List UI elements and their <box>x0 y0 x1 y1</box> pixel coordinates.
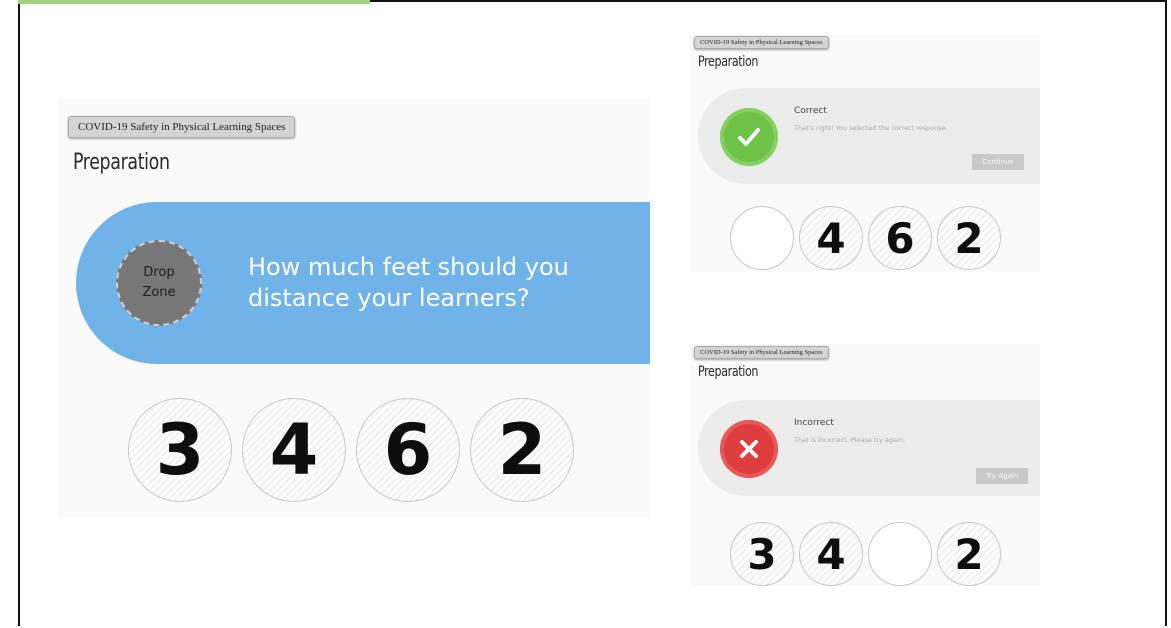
drop-zone-label-line2: Zone <box>142 285 176 300</box>
feedback-heading: Correct <box>794 106 827 116</box>
answer-option-2[interactable]: 2 <box>470 398 574 502</box>
feedback-message: That is incorrect. Please try again. <box>794 436 906 444</box>
x-mark-icon <box>720 420 778 478</box>
answer-option-4[interactable]: 4 <box>799 522 863 586</box>
checkmark-glyph <box>738 128 760 146</box>
incorrect-feedback-slide: COVID-19 Safety in Physical Learning Spa… <box>690 344 1040 586</box>
top-accent-bar <box>18 0 370 4</box>
answer-option-6[interactable]: 6 <box>356 398 460 502</box>
feedback-message: That's right! You selected the correct r… <box>794 124 948 132</box>
continue-button[interactable]: Continue <box>972 154 1024 170</box>
question-banner: Drop Zone How much feet should you dista… <box>76 202 650 364</box>
drop-zone-label-line1: Drop <box>143 265 175 280</box>
drop-zone[interactable]: Drop Zone <box>116 240 202 326</box>
answer-option-2[interactable]: 2 <box>937 522 1001 586</box>
answer-option-3[interactable]: 3 <box>730 522 794 586</box>
answer-option-3[interactable]: 3 <box>128 398 232 502</box>
question-text: How much feet should you distance your l… <box>248 253 569 312</box>
slide-title: Preparation <box>73 150 170 175</box>
answer-option-empty[interactable] <box>868 522 932 586</box>
feedback-panel: Correct That's right! You selected the c… <box>698 88 1040 184</box>
answer-option-2[interactable]: 2 <box>937 206 1001 270</box>
slide-title: Preparation <box>698 54 759 70</box>
correct-feedback-slide: COVID-19 Safety in Physical Learning Spa… <box>690 34 1040 272</box>
answer-options: 3 4 6 2 <box>128 398 574 502</box>
course-tag: COVID-19 Safety in Physical Learning Spa… <box>694 36 829 49</box>
checkmark-icon <box>720 108 778 166</box>
answer-options: 3 4 2 <box>730 522 1001 586</box>
x-mark-glyph <box>740 440 758 458</box>
slide-title: Preparation <box>698 364 759 380</box>
answer-option-4[interactable]: 4 <box>242 398 346 502</box>
main-slide: COVID-19 Safety in Physical Learning Spa… <box>58 98 650 518</box>
try-again-button[interactable]: Try Again <box>976 468 1028 484</box>
answer-options: 4 6 2 <box>730 206 1001 270</box>
course-tag: COVID-19 Safety in Physical Learning Spa… <box>68 116 296 138</box>
feedback-heading: Incorrect <box>794 418 834 428</box>
course-tag: COVID-19 Safety in Physical Learning Spa… <box>694 346 829 359</box>
feedback-panel: Incorrect That is incorrect. Please try … <box>698 400 1040 496</box>
answer-option-empty[interactable] <box>730 206 794 270</box>
answer-option-6[interactable]: 6 <box>868 206 932 270</box>
answer-option-4[interactable]: 4 <box>799 206 863 270</box>
